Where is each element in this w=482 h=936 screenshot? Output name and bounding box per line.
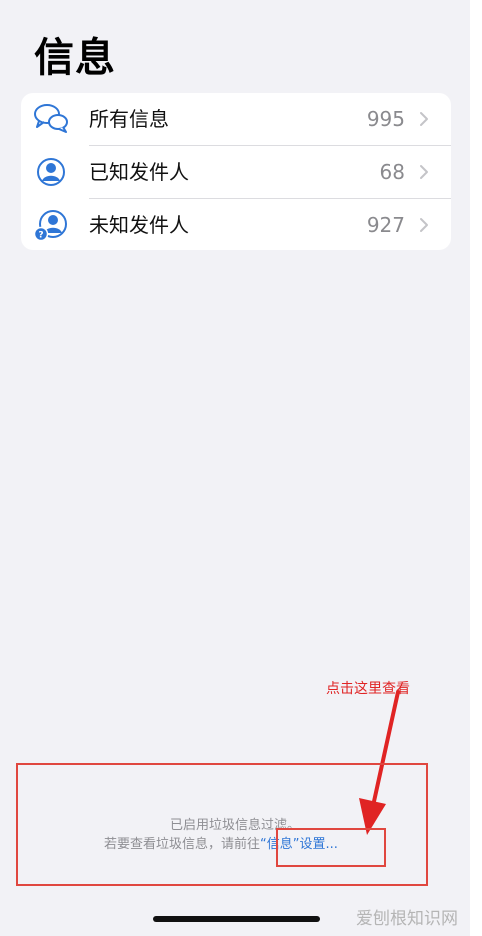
mailbox-list: 所有信息 995 已知发件人 68 ? 未知发件人 927	[21, 93, 451, 250]
page-title: 信息	[34, 35, 116, 81]
svg-text:?: ?	[38, 231, 43, 241]
chevron-right-icon	[420, 218, 428, 232]
annotation-box-inner	[276, 828, 386, 867]
chevron-right-icon	[420, 112, 428, 126]
row-label: 已知发件人	[89, 160, 189, 184]
annotation-box-outer	[16, 763, 428, 886]
row-count: 927	[366, 213, 405, 237]
right-edge-strip	[470, 0, 482, 936]
row-all-messages[interactable]: 所有信息 995	[21, 93, 451, 145]
chevron-right-icon	[420, 165, 428, 179]
row-label: 未知发件人	[89, 213, 189, 237]
watermark: 爱刨根知识网	[356, 909, 458, 929]
chat-bubbles-icon	[34, 104, 68, 133]
person-question-icon: ?	[33, 210, 67, 242]
row-count: 995	[366, 107, 405, 131]
row-count: 68	[379, 160, 405, 184]
row-unknown-senders[interactable]: ? 未知发件人 927	[21, 199, 451, 250]
home-indicator[interactable]	[153, 916, 320, 922]
person-circle-icon	[37, 158, 65, 186]
row-label: 所有信息	[89, 107, 169, 131]
row-known-senders[interactable]: 已知发件人 68	[21, 146, 451, 198]
